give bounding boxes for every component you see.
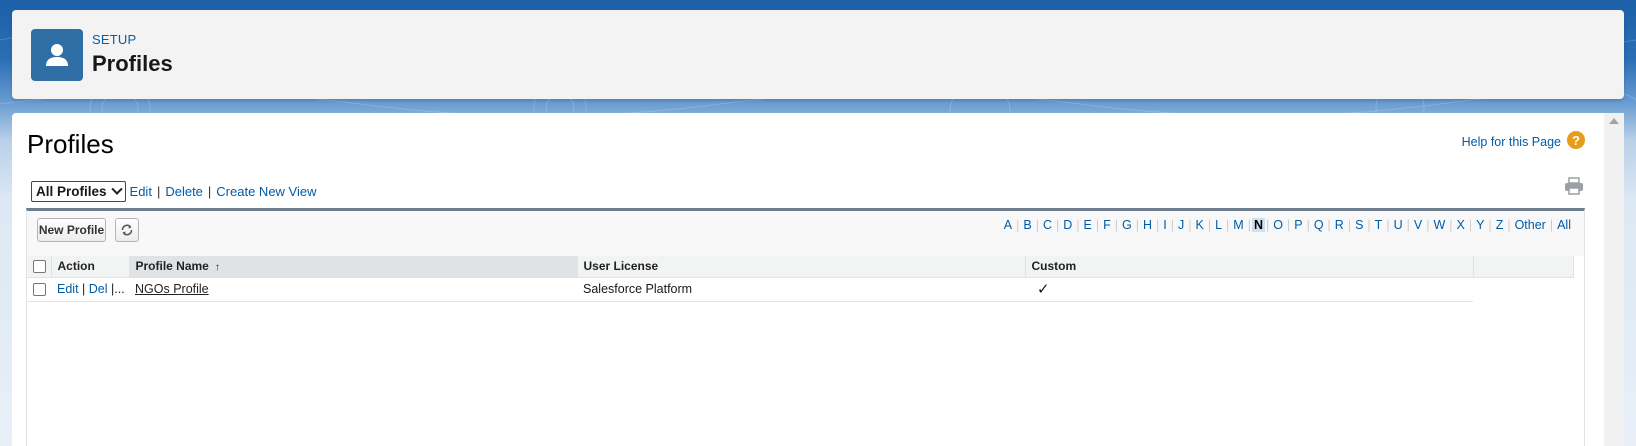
row-custom: ✓: [1025, 277, 1473, 302]
alpha-filter-x[interactable]: X: [1454, 218, 1468, 232]
profiles-list: New Profile A | B | C | D | E | F | G | H | I | J | K | L | M | N |…: [26, 208, 1585, 446]
alpha-filter-n[interactable]: N: [1251, 218, 1265, 232]
alpha-filter-y[interactable]: Y: [1473, 218, 1487, 232]
alpha-filter-b[interactable]: B: [1020, 218, 1034, 232]
alpha-filter-o[interactable]: O: [1270, 218, 1286, 232]
alpha-filter-all[interactable]: All: [1554, 218, 1574, 232]
alpha-filter-p[interactable]: P: [1291, 218, 1305, 232]
alpha-filter-f[interactable]: F: [1100, 218, 1114, 232]
row-edit-link[interactable]: Edit: [57, 282, 79, 296]
create-view-link[interactable]: Create New View: [216, 184, 316, 199]
alpha-filter-z[interactable]: Z: [1493, 218, 1507, 232]
view-select[interactable]: All Profiles: [31, 181, 126, 202]
profile-name-link[interactable]: NGOs Profile: [135, 282, 209, 296]
page-title: Profiles: [27, 129, 114, 159]
alpha-filter-u[interactable]: U: [1391, 218, 1406, 232]
delete-view-link[interactable]: Delete: [165, 184, 203, 199]
row-profile-name: NGOs Profile: [129, 277, 577, 302]
print-icon[interactable]: [1564, 177, 1584, 195]
alpha-filter-t[interactable]: T: [1372, 218, 1386, 232]
row-more-actions[interactable]: ...: [114, 282, 124, 296]
separator: |: [207, 184, 212, 199]
list-toolbar: New Profile A | B | C | D | E | F | G | H | I | J | K | L | M | N |…: [27, 211, 1584, 256]
sort-ascending-icon: ↑: [214, 262, 220, 274]
alpha-filter-h[interactable]: H: [1140, 218, 1155, 232]
row-delete-link[interactable]: Del: [89, 282, 108, 296]
refresh-button[interactable]: [115, 218, 139, 242]
alpha-filter-other[interactable]: Other: [1512, 218, 1549, 232]
column-profile-name[interactable]: Profile Name ↑: [129, 256, 578, 278]
alpha-filter-d[interactable]: D: [1060, 218, 1075, 232]
select-all-checkbox[interactable]: [33, 260, 46, 274]
view-bar: All Profiles Edit | Delete | Create New …: [31, 181, 317, 202]
setup-header: SETUP Profiles: [12, 10, 1624, 99]
column-spacer: [1473, 256, 1574, 278]
checkmark-icon: ✓: [1037, 281, 1050, 298]
alpha-filter-l[interactable]: L: [1212, 218, 1225, 232]
alpha-filter-k[interactable]: K: [1192, 218, 1206, 232]
alpha-filter-s[interactable]: S: [1352, 218, 1366, 232]
alpha-filter-q[interactable]: Q: [1311, 218, 1327, 232]
table-row: Edit | Del |... NGOs Profile Salesforce …: [27, 277, 1573, 302]
column-user-license[interactable]: User License: [577, 256, 1026, 278]
row-select-cell: [27, 277, 51, 302]
row-checkbox[interactable]: [33, 283, 46, 297]
alpha-filter-e[interactable]: E: [1081, 218, 1095, 232]
alpha-filter-i[interactable]: I: [1160, 218, 1169, 232]
alpha-filter-c[interactable]: C: [1040, 218, 1055, 232]
row-actions: Edit | Del |...: [51, 277, 129, 302]
scroll-up-arrow[interactable]: [1609, 118, 1619, 124]
refresh-icon: [121, 224, 133, 236]
row-spacer: [1473, 277, 1573, 301]
edit-view-link[interactable]: Edit: [130, 184, 152, 199]
help-icon[interactable]: ?: [1567, 131, 1585, 149]
view-select-value: All Profiles: [36, 184, 107, 199]
profiles-table: Action Profile Name ↑ User License Custom…: [27, 256, 1574, 302]
table-header-row: Action Profile Name ↑ User License Custom: [27, 256, 1574, 278]
column-action: Action: [51, 256, 130, 278]
main-panel: Profiles Help for this Page ? All Profil…: [12, 113, 1624, 446]
chevron-down-icon: [110, 183, 123, 195]
help-link[interactable]: Help for this Page: [1462, 135, 1561, 149]
alpha-filter-a[interactable]: A: [1001, 218, 1015, 232]
separator: |: [82, 282, 86, 296]
alpha-filter-m[interactable]: M: [1230, 218, 1246, 232]
alpha-filter-v[interactable]: V: [1411, 218, 1425, 232]
new-profile-button[interactable]: New Profile: [37, 218, 106, 242]
person-icon: [31, 29, 83, 81]
alpha-filter-w[interactable]: W: [1430, 218, 1448, 232]
alphabet-filter: A | B | C | D | E | F | G | H | I | J | K | L | M | N | O | P | Q | R | S | T |…: [1001, 218, 1574, 232]
header-title: Profiles: [92, 51, 173, 76]
separator: |: [156, 184, 161, 199]
select-all-header: [27, 256, 52, 278]
setup-breadcrumb[interactable]: SETUP: [92, 32, 136, 47]
alpha-filter-r[interactable]: R: [1332, 218, 1347, 232]
alpha-filter-j[interactable]: J: [1175, 218, 1187, 232]
alpha-filter-g[interactable]: G: [1119, 218, 1135, 232]
scrollbar[interactable]: [1604, 113, 1624, 446]
column-custom[interactable]: Custom: [1025, 256, 1474, 278]
column-profile-name-label: Profile Name: [135, 259, 209, 274]
row-user-license: Salesforce Platform: [577, 277, 1025, 302]
